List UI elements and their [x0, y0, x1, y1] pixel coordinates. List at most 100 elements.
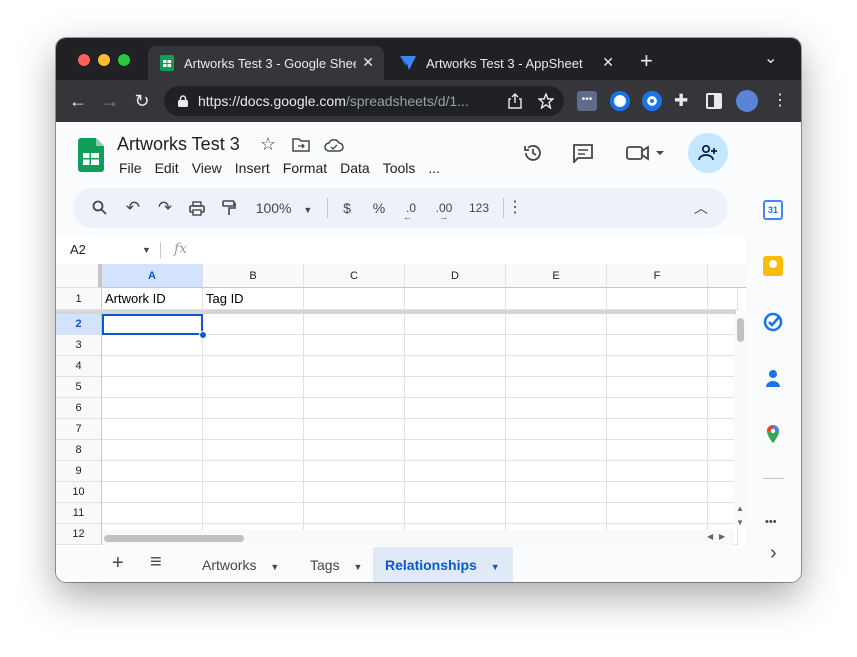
- share-button[interactable]: [688, 133, 728, 173]
- cell-d10[interactable]: [405, 482, 506, 503]
- extension-circle-icon[interactable]: [642, 91, 662, 111]
- cell-b8[interactable]: [203, 440, 304, 461]
- menu-edit[interactable]: Edit: [155, 160, 179, 176]
- contacts-icon[interactable]: [763, 368, 783, 388]
- search-menus-icon[interactable]: [89, 188, 109, 228]
- cell-c6[interactable]: [304, 398, 405, 419]
- cell-b6[interactable]: [203, 398, 304, 419]
- column-header-e[interactable]: E: [506, 264, 607, 288]
- scroll-left-arrow-icon[interactable]: ◀: [707, 532, 713, 541]
- cell-b3[interactable]: [203, 335, 304, 356]
- cell-b2[interactable]: [203, 314, 304, 335]
- cell-g1[interactable]: [708, 288, 738, 310]
- close-tab-icon[interactable]: ✕: [362, 54, 374, 71]
- row-header-8[interactable]: 8: [56, 440, 102, 461]
- cell-c3[interactable]: [304, 335, 405, 356]
- browser-menu-icon[interactable]: ⋮: [772, 91, 792, 111]
- cell-d3[interactable]: [405, 335, 506, 356]
- caret-down-icon[interactable]: ▼: [142, 245, 151, 255]
- sheet-tab-tags[interactable]: Tags ▼: [298, 547, 374, 582]
- column-header-b[interactable]: B: [203, 264, 304, 288]
- menu-format[interactable]: Format: [283, 160, 327, 176]
- cell-f4[interactable]: [607, 356, 708, 377]
- cell-d4[interactable]: [405, 356, 506, 377]
- menu-data[interactable]: Data: [340, 160, 370, 176]
- percent-format-button[interactable]: %: [367, 188, 391, 228]
- cell-b4[interactable]: [203, 356, 304, 377]
- maps-icon[interactable]: [763, 424, 783, 444]
- collapse-menus-icon[interactable]: ︿: [691, 188, 711, 228]
- cell-d11[interactable]: [405, 503, 506, 524]
- cell-c2[interactable]: [304, 314, 405, 335]
- redo-icon[interactable]: ↷: [153, 188, 177, 228]
- fill-handle[interactable]: [199, 331, 207, 339]
- menu-view[interactable]: View: [192, 160, 222, 176]
- row-header-1[interactable]: 1: [56, 288, 102, 310]
- browser-tab-appsheet[interactable]: Artworks Test 3 - AppSheet ✕: [388, 46, 624, 80]
- cell-d9[interactable]: [405, 461, 506, 482]
- cell-c1[interactable]: [304, 288, 405, 310]
- cell-a1[interactable]: Artwork ID: [102, 288, 203, 310]
- cell-b5[interactable]: [203, 377, 304, 398]
- cell-f1[interactable]: [607, 288, 708, 310]
- star-icon[interactable]: ☆: [260, 134, 276, 155]
- row-header-9[interactable]: 9: [56, 461, 102, 482]
- cell-e1[interactable]: [506, 288, 607, 310]
- edit-history-icon[interactable]: [522, 96, 544, 118]
- browser-tab-sheets[interactable]: Artworks Test 3 - Google Sheets ✕: [148, 46, 384, 80]
- cell-c7[interactable]: [304, 419, 405, 440]
- keep-icon[interactable]: [763, 256, 783, 276]
- print-icon[interactable]: [185, 188, 209, 228]
- row-header-6[interactable]: 6: [56, 398, 102, 419]
- undo-icon[interactable]: ↶: [121, 188, 145, 228]
- vertical-scroll-thumb[interactable]: [737, 318, 744, 342]
- calendar-icon[interactable]: 31: [763, 200, 783, 220]
- cell-c4[interactable]: [304, 356, 405, 377]
- more-addons-icon[interactable]: •••: [765, 516, 777, 528]
- row-header-3[interactable]: 3: [56, 335, 102, 356]
- increase-decimal-button[interactable]: .00 →: [429, 188, 459, 228]
- cell-b9[interactable]: [203, 461, 304, 482]
- menu-insert[interactable]: Insert: [235, 160, 270, 176]
- select-all-corner[interactable]: [56, 264, 102, 288]
- cell-d5[interactable]: [405, 377, 506, 398]
- cell-f10[interactable]: [607, 482, 708, 503]
- sheet-tab-artworks[interactable]: Artworks ▼: [190, 547, 294, 582]
- cell-b1[interactable]: Tag ID: [203, 288, 304, 310]
- more-formats-button[interactable]: 123: [461, 188, 497, 228]
- cell-d8[interactable]: [405, 440, 506, 461]
- menu-more[interactable]: ...: [428, 160, 440, 176]
- forward-icon[interactable]: →: [99, 90, 121, 112]
- sheet-tab-relationships[interactable]: Relationships ▼: [373, 547, 513, 582]
- cell-c9[interactable]: [304, 461, 405, 482]
- row-header-12[interactable]: 12: [56, 524, 102, 545]
- all-sheets-button[interactable]: ≡: [150, 551, 162, 574]
- menu-tools[interactable]: Tools: [383, 160, 416, 176]
- cell-b11[interactable]: [203, 503, 304, 524]
- close-tab-icon[interactable]: ✕: [602, 54, 614, 71]
- tab-search-button[interactable]: ⌄: [764, 48, 777, 68]
- password-manager-icon[interactable]: [610, 91, 630, 111]
- vertical-scrollbar[interactable]: [734, 314, 746, 526]
- scroll-right-arrow-icon[interactable]: ▶: [719, 532, 725, 541]
- horizontal-scroll-thumb[interactable]: [104, 535, 244, 542]
- row-header-5[interactable]: 5: [56, 377, 102, 398]
- cell-f5[interactable]: [607, 377, 708, 398]
- cell-a8[interactable]: [102, 440, 203, 461]
- address-bar[interactable]: https://docs.google.com/spreadsheets/d/1…: [164, 86, 564, 116]
- cell-a7[interactable]: [102, 419, 203, 440]
- comments-icon[interactable]: [572, 143, 594, 163]
- zoom-window-button[interactable]: [118, 54, 130, 66]
- cell-b10[interactable]: [203, 482, 304, 503]
- row-header-10[interactable]: 10: [56, 482, 102, 503]
- cell-b7[interactable]: [203, 419, 304, 440]
- cell-c11[interactable]: [304, 503, 405, 524]
- cell-e3[interactable]: [506, 335, 607, 356]
- cell-a4[interactable]: [102, 356, 203, 377]
- scroll-up-arrow-icon[interactable]: ▲: [736, 504, 744, 513]
- extensions-puzzle-icon[interactable]: ✚: [674, 91, 694, 111]
- back-icon[interactable]: ←: [67, 90, 89, 112]
- cell-a6[interactable]: [102, 398, 203, 419]
- minimize-window-button[interactable]: [98, 54, 110, 66]
- cell-f11[interactable]: [607, 503, 708, 524]
